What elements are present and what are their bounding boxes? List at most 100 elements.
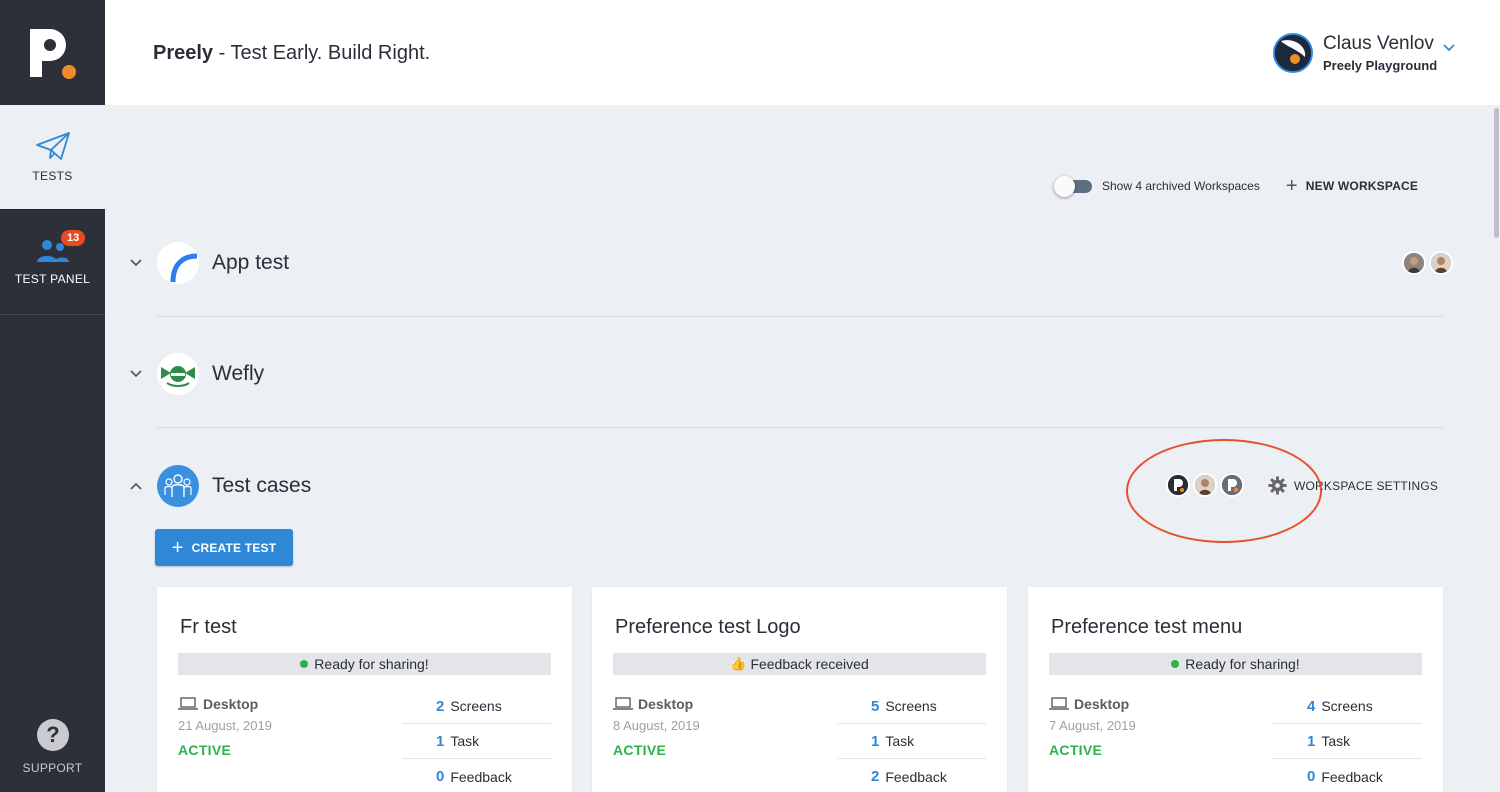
sidebar-item-support[interactable]: ? SUPPORT <box>0 712 105 782</box>
workspace-name: App test <box>212 251 290 274</box>
stat-screens: 2 Screens <box>402 689 551 724</box>
workspace-icon <box>157 242 199 284</box>
workspace-name: Test cases <box>212 474 312 497</box>
stat-feedback: 0 Feedback <box>402 759 551 792</box>
card-stats: 2 Screens 1 Task 0 Feedback <box>402 689 551 792</box>
card-state: ACTIVE <box>1049 742 1103 758</box>
workspace-name: Wefly <box>212 362 265 385</box>
avatar <box>1402 251 1426 275</box>
sidebar-item-label: TESTS <box>32 169 73 183</box>
new-workspace-button[interactable]: + NEW WORKSPACE <box>1286 176 1418 196</box>
workspace-members <box>1399 251 1453 275</box>
person-photo-icon <box>1431 253 1451 273</box>
stat-task: 1 Task <box>837 724 986 759</box>
chevron-down-icon[interactable] <box>128 370 144 378</box>
stat-number: 5 <box>871 697 880 715</box>
archived-toggle[interactable] <box>1054 176 1092 197</box>
status-badge: Ready for sharing! <box>1049 653 1422 675</box>
stat-label: Feedback <box>885 768 947 785</box>
highlight-annotation <box>1126 439 1322 543</box>
stat-label: Screens <box>1321 698 1373 714</box>
workspace-row[interactable]: App test <box>128 233 1442 293</box>
sidebar-item-label: TEST PANEL <box>14 272 91 286</box>
stat-feedback: 0 Feedback <box>1273 759 1422 792</box>
user-org: Preely Playground <box>1323 58 1438 73</box>
user-avatar-icon <box>1275 35 1311 71</box>
avatar <box>1429 251 1453 275</box>
stat-label: Task <box>885 733 915 749</box>
card-title: Fr test <box>180 616 237 638</box>
stat-number: 4 <box>1307 697 1316 715</box>
device-label: Desktop <box>638 696 694 712</box>
stat-number: 2 <box>436 697 445 715</box>
card-title: Preference test Logo <box>615 616 801 638</box>
create-test-button[interactable]: + CREATE TEST <box>155 529 293 566</box>
card-date: 8 August, 2019 <box>613 718 700 733</box>
laptop-icon <box>1049 697 1069 710</box>
test-card[interactable]: Preference test Logo 👍 Feedback received… <box>592 587 1007 792</box>
stat-number: 2 <box>871 768 880 785</box>
stat-task: 1 Task <box>402 724 551 759</box>
stat-label: Task <box>1321 733 1351 749</box>
notification-badge: 13 <box>61 230 86 246</box>
user-name: Claus Venlov <box>1323 33 1434 54</box>
chevron-down-icon[interactable] <box>128 259 144 267</box>
card-date: 7 August, 2019 <box>1049 718 1136 733</box>
card-stats: 5 Screens 1 Task 2 Feedback <box>837 689 986 792</box>
device-type: Desktop <box>178 696 258 712</box>
workspace-icon <box>157 353 199 395</box>
create-test-label: CREATE TEST <box>191 540 277 555</box>
stat-label: Screens <box>450 698 502 714</box>
laptop-icon <box>613 697 633 710</box>
stat-screens: 5 Screens <box>837 689 986 724</box>
wefly-logo-icon <box>157 353 199 395</box>
status-text: Ready for sharing! <box>314 656 429 672</box>
chevron-up-icon[interactable] <box>128 482 144 490</box>
svg-text:?: ? <box>46 722 59 747</box>
stat-screens: 4 Screens <box>1273 689 1422 724</box>
laptop-icon <box>178 697 198 710</box>
divider <box>157 427 1442 428</box>
stat-task: 1 Task <box>1273 724 1422 759</box>
test-card[interactable]: Fr test Ready for sharing! Desktop 21 Au… <box>157 587 572 792</box>
stat-number: 0 <box>436 768 445 785</box>
group-icon <box>164 474 192 497</box>
card-stats: 4 Screens 1 Task 0 Feedback <box>1273 689 1422 792</box>
preely-logo[interactable] <box>0 0 105 105</box>
avatar <box>1273 33 1313 73</box>
status-text: Feedback received <box>750 656 869 672</box>
device-type: Desktop <box>1049 696 1129 712</box>
workspace-row[interactable]: Wefly <box>128 344 1442 404</box>
stat-number: 1 <box>436 732 445 750</box>
preely-logo-icon <box>29 28 76 79</box>
app-test-logo-icon <box>157 242 199 284</box>
card-state: ACTIVE <box>613 742 667 758</box>
stat-number: 1 <box>871 732 880 750</box>
device-type: Desktop <box>613 696 693 712</box>
brand-name: Preely <box>153 42 214 64</box>
test-card[interactable]: Preference test menu Ready for sharing! … <box>1028 587 1443 792</box>
thumbs-up-icon: 👍 <box>730 656 747 671</box>
sidebar-item-tests[interactable]: TESTS <box>0 105 105 209</box>
page-title: Preely - Test Early. Build Right. <box>153 42 430 65</box>
paper-plane-icon <box>35 132 70 160</box>
stat-number: 0 <box>1307 768 1316 785</box>
sidebar-item-label: SUPPORT <box>22 761 83 775</box>
scrollbar[interactable] <box>1494 108 1499 238</box>
stat-label: Task <box>450 733 480 749</box>
status-badge: 👍 Feedback received <box>613 653 986 675</box>
user-menu[interactable]: Claus Venlov Preely Playground <box>1273 33 1455 73</box>
status-dot-icon <box>1171 660 1180 668</box>
sidebar-item-test-panel[interactable]: TEST PANEL <box>0 209 105 315</box>
chevron-down-icon[interactable] <box>1443 44 1455 52</box>
status-dot-icon <box>300 660 309 668</box>
stat-label: Feedback <box>1321 768 1383 785</box>
stat-number: 1 <box>1307 732 1316 750</box>
workspace-toolbar: Show 4 archived Workspaces + NEW WORKSPA… <box>1054 176 1418 197</box>
person-photo-icon <box>1404 253 1424 273</box>
card-title: Preference test menu <box>1051 616 1243 638</box>
toggle-knob <box>1054 176 1075 197</box>
status-text: Ready for sharing! <box>1185 656 1300 672</box>
card-state: ACTIVE <box>178 742 232 758</box>
plus-icon: + <box>171 536 184 559</box>
